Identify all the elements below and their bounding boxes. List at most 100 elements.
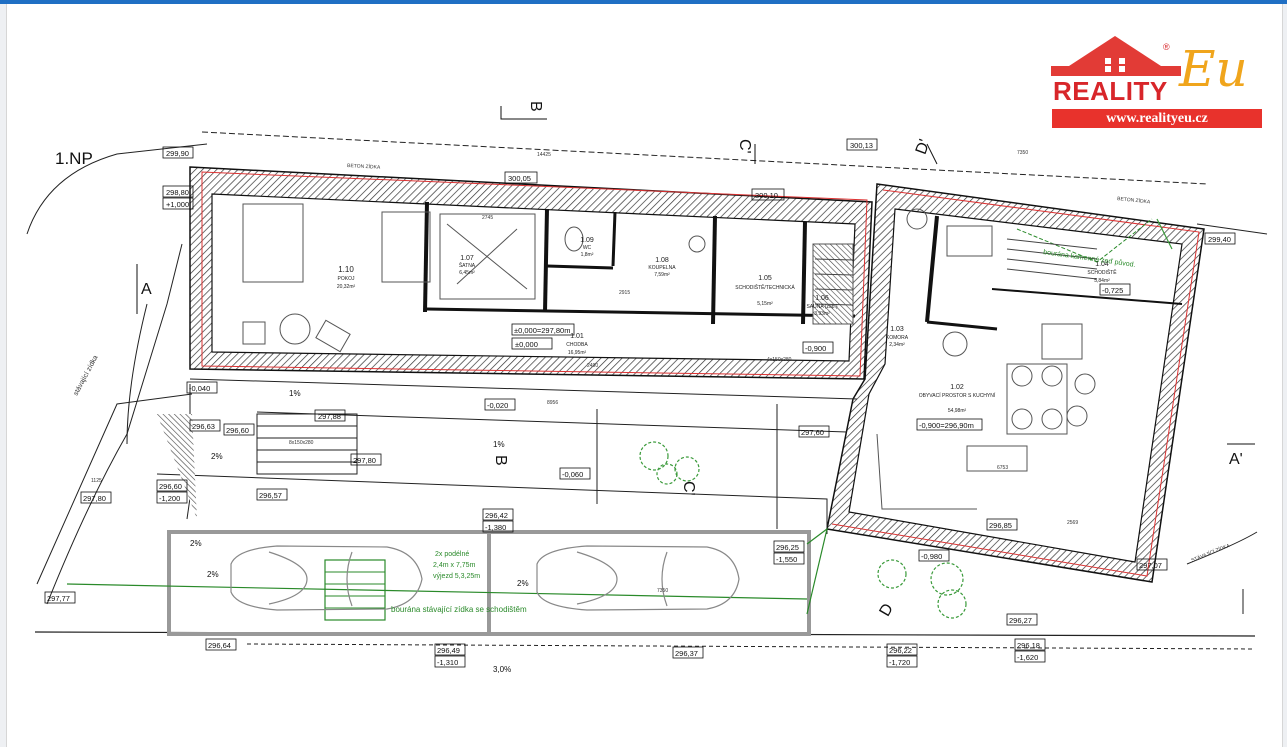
room-1-07-id: 1.07 (460, 255, 474, 262)
dim-steps-2: 4x150x280 (767, 357, 792, 363)
road-label: stávající zídka (73, 354, 100, 397)
room-1-07-area: 6,45m² (459, 270, 475, 276)
dim-chodba: 2490 (587, 363, 598, 369)
room-1-05-name: SCHODIŠTĚ/TECHNICKÁ (735, 283, 795, 291)
dim-right: 7350 (1017, 150, 1028, 156)
section-mark-d: D (876, 601, 897, 620)
level-minus-0-900-296-90: -0,900=296,90m (919, 421, 974, 430)
section-mark-d-prime: D' (913, 137, 934, 157)
level-minus-0-725: -0,725 (1102, 286, 1123, 295)
room-1-09-name: WC (583, 245, 592, 251)
room-1-03-name: KOMORA (886, 335, 909, 341)
room-1-02-id: 1.02 (950, 384, 964, 391)
level-plus-1-000: +1,000 (166, 200, 189, 209)
level-296-64: 296,64 (208, 641, 231, 650)
level-297-80-left: 297,80 (83, 494, 106, 503)
wall-label-right: BETON ZÍDKA (1117, 195, 1151, 206)
logo-url[interactable]: www.realityeu.cz (1052, 109, 1262, 128)
level-zero: ±0,000 (515, 340, 538, 349)
floor-label: 1.NP (55, 149, 93, 168)
level-minus-1-550: -1,550 (776, 555, 797, 564)
logo-registered-mark: ® (1163, 42, 1170, 52)
room-1-04-area: 5,84m² (1094, 278, 1110, 284)
slope-5: 2% (517, 579, 529, 588)
level-296-60-b: 296,60 (159, 482, 182, 491)
road-label-right: STÁVAJÍCÍ ZÍDKA (1190, 542, 1231, 564)
slope-1: 1% (289, 389, 301, 398)
level-296-27: 296,27 (1009, 616, 1032, 625)
logo-brand: REALITY (1053, 76, 1168, 106)
dim-total: 14425 (537, 152, 551, 158)
room-1-01-id: 1.01 (570, 333, 584, 340)
level-296-37: 296,37 (675, 649, 698, 658)
section-mark-a: A (141, 281, 152, 298)
slope-4: 2% (207, 570, 219, 579)
dim-terrace: 8956 (547, 400, 558, 406)
dim-satna: 2745 (482, 215, 493, 221)
level-300-13: 300,13 (850, 141, 873, 150)
level-minus-0-040: -0,040 (189, 384, 210, 393)
level-296-57: 296,57 (259, 491, 282, 500)
room-1-06-area: 3,93m² (814, 311, 830, 317)
room-1-06-name: SAUNA (zap.) (806, 304, 837, 310)
level-minus-0-020: -0,020 (487, 401, 508, 410)
section-mark-c-mid: C' (680, 481, 697, 496)
room-1-08-name: KOUPELNA (648, 265, 676, 271)
level-296-22: 296,22 (889, 646, 912, 655)
level-299-40: 299,40 (1208, 235, 1231, 244)
dim-living-2: 2569 (1067, 520, 1078, 526)
parking-note-line-3: výjezd 5,3,25m (433, 573, 480, 580)
level-297-88: 297,88 (318, 412, 341, 421)
room-1-08-area: 7,59m² (654, 272, 670, 278)
level-296-49: 296,49 (437, 646, 460, 655)
slope-7: 3,0% (493, 665, 511, 674)
room-1-06-id: 1.06 (815, 295, 829, 302)
realityeu-logo[interactable]: REALITY ® Eu www.realityeu.cz (1047, 36, 1265, 132)
level-minus-1-720: -1,720 (889, 658, 910, 667)
car-right (536, 545, 740, 611)
parking-note-line-2: 2,4m x 7,75m (433, 562, 476, 569)
level-minus-0-900: -0,900 (805, 344, 826, 353)
room-1-09-area: 1,8m² (581, 252, 594, 258)
level-297-07: 297,07 (1139, 561, 1162, 570)
level-minus-1-620: -1,620 (1017, 653, 1038, 662)
room-1-10-area: 20,32m² (337, 284, 356, 290)
room-1-10-name: POKOJ (338, 276, 355, 282)
logo-script: Eu (1179, 40, 1248, 98)
room-1-10-id: 1.10 (338, 265, 354, 274)
section-mark-a-prime: A' (1229, 451, 1243, 468)
room-1-05-area: 5,15m² (757, 301, 773, 307)
room-1-03-id: 1.03 (890, 326, 904, 333)
level-299-90: 299,90 (166, 149, 189, 158)
level-300-10: 300,10 (755, 191, 778, 200)
room-1-07-name: ŠATNA (459, 262, 476, 269)
level-minus-1-380: -1,380 (485, 523, 506, 532)
level-296-42: 296,42 (485, 511, 508, 520)
level-297-60: 297,60 (801, 428, 824, 437)
room-1-02-area: 54,98m² (948, 408, 967, 414)
parking-note-line-1: 2x podélné (435, 551, 469, 558)
parking-note: 2x podélné 2,4m x 7,75m výjezd 5,3,25m (433, 551, 480, 580)
floor-plan-sheet: 1.NP A A' B B C' C' D D' 1.10 POKOJ 20,3… (6, 4, 1283, 747)
dim-living: 6753 (997, 465, 1008, 471)
wall-label: BETON ZÍDKA (347, 162, 381, 171)
level-minus-0-060: -0,060 (562, 470, 583, 479)
dim-koupelna: 2915 (619, 290, 630, 296)
room-1-08-id: 1.08 (655, 257, 669, 264)
level-296-25: 296,25 (776, 543, 799, 552)
level-300-05: 300,05 (508, 174, 531, 183)
level-296-63: 296,63 (192, 422, 215, 431)
house-icon (1095, 50, 1135, 76)
room-1-03-area: 2,34m² (889, 342, 905, 348)
room-1-02-name: OBYVACÍ PROSTOR S KUCHYNÍ (919, 392, 996, 399)
level-296-85: 296,85 (989, 521, 1012, 530)
level-297-77: 297,77 (47, 594, 70, 603)
level-minus-1-200: -1,200 (159, 494, 180, 503)
level-minus-0-980: -0,980 (921, 552, 942, 561)
room-1-01-area: 16,95m² (568, 350, 587, 356)
parking-area (66, 527, 828, 636)
room-1-05-id: 1.05 (758, 275, 772, 282)
section-mark-c-top: C' (736, 139, 753, 154)
slope-3: 2% (211, 452, 223, 461)
level-minus-1-310: -1,310 (437, 658, 458, 667)
